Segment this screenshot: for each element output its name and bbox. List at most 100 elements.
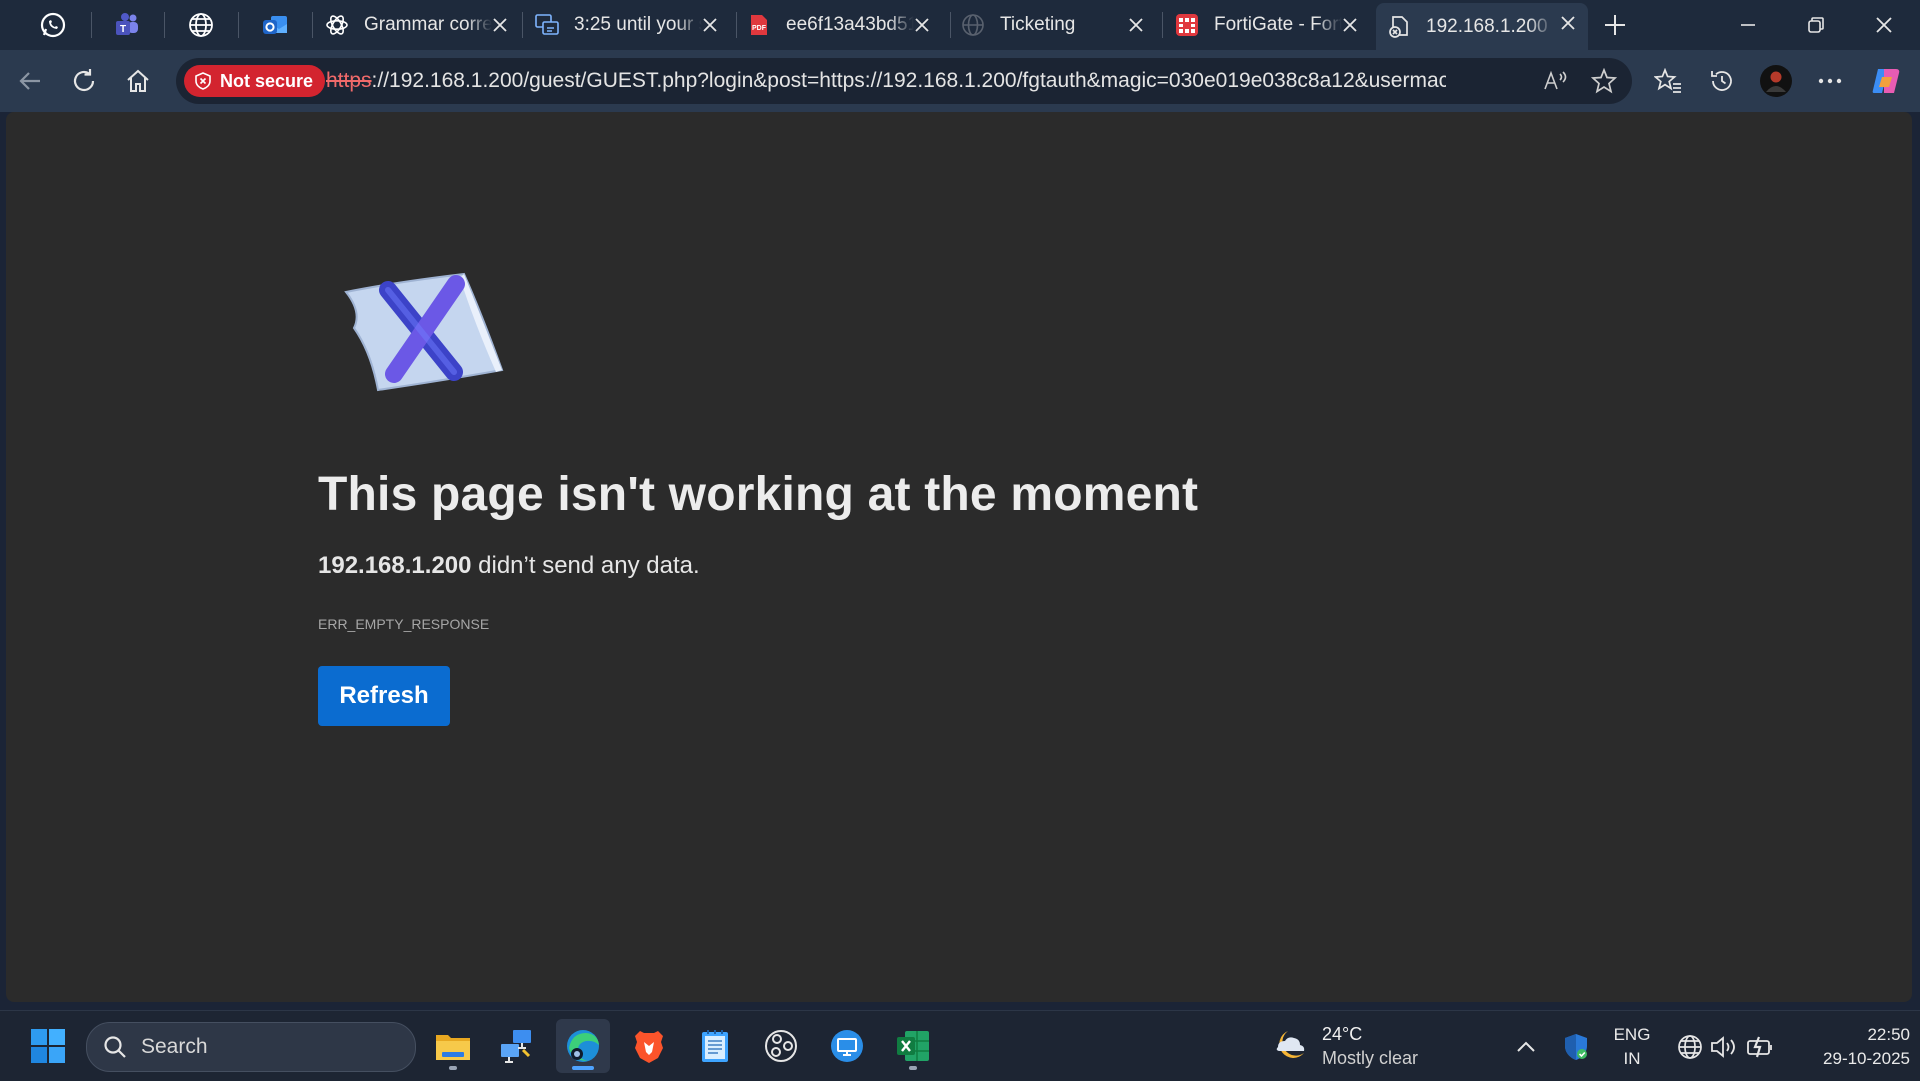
- close-tab-icon[interactable]: [700, 15, 720, 35]
- restore-icon: [1808, 17, 1824, 33]
- tray-volume[interactable]: [1708, 1031, 1740, 1063]
- not-secure-badge[interactable]: Not secure: [184, 65, 326, 97]
- taskbar-edge[interactable]: [556, 1019, 610, 1073]
- reload-button[interactable]: [64, 61, 104, 101]
- not-secure-label: Not secure: [220, 70, 314, 91]
- page-viewport: This page isn't working at the moment 19…: [6, 112, 1912, 1002]
- language-indicator[interactable]: ENG IN: [1604, 1023, 1660, 1071]
- show-hidden-icons-button[interactable]: [1510, 1031, 1542, 1063]
- notepad-icon: [702, 1030, 728, 1062]
- windows-logo-icon: [31, 1029, 65, 1063]
- obs-icon: [765, 1030, 797, 1062]
- search-placeholder: Search: [141, 1035, 208, 1058]
- pinned-tab-teams[interactable]: T: [96, 5, 158, 45]
- broken-page-icon: [1386, 14, 1412, 40]
- reload-icon: [73, 69, 95, 92]
- search-icon: [104, 1036, 126, 1058]
- close-tab-icon[interactable]: [1558, 13, 1578, 33]
- taskbar-brave[interactable]: [622, 1019, 676, 1073]
- fortinet-icon: [1174, 12, 1200, 38]
- svg-text:T: T: [120, 24, 126, 35]
- read-aloud-icon: [1544, 70, 1567, 90]
- tab-title: FortiGate - Fortinet: [1214, 14, 1342, 35]
- weather-temperature: 24°C: [1322, 1024, 1363, 1044]
- copilot-button[interactable]: [1866, 61, 1906, 101]
- taskbar-search[interactable]: Search: [86, 1022, 416, 1072]
- more-menu-button[interactable]: [1810, 61, 1850, 101]
- taskbar-excel[interactable]: [886, 1019, 940, 1073]
- error-illustration: [336, 262, 506, 402]
- new-tab-button[interactable]: [1582, 0, 1648, 50]
- url-scheme: https: [326, 69, 372, 92]
- error-description: 192.168.1.200 didn’t send any data.: [318, 552, 700, 580]
- tab-session[interactable]: 3:25 until your session: [524, 5, 730, 45]
- tab-title: ee6f13a43bd51.pdf: [786, 14, 914, 35]
- pinned-tab-web[interactable]: [170, 5, 232, 45]
- tab-ticketing[interactable]: Ticketing: [950, 5, 1156, 45]
- tab-active-192-168-1-200[interactable]: 192.168.1.200: [1376, 3, 1588, 50]
- svg-text:PDF: PDF: [752, 25, 767, 32]
- close-tab-icon[interactable]: [1340, 15, 1360, 35]
- close-tab-icon[interactable]: [490, 15, 510, 35]
- weather-widget[interactable]: 24°C Mostly clear: [1270, 1021, 1418, 1071]
- url-text[interactable]: https://192.168.1.200/guest/GUEST.php?lo…: [326, 58, 1446, 104]
- pinned-tab-whatsapp[interactable]: [22, 5, 84, 45]
- close-window-button[interactable]: [1850, 0, 1918, 50]
- tab-title: Grammar correction: [364, 14, 492, 35]
- tray-security[interactable]: [1560, 1031, 1592, 1063]
- taskbar-file-explorer[interactable]: [426, 1019, 480, 1073]
- tab-separator: [312, 12, 313, 38]
- taskbar-notepad[interactable]: [688, 1019, 742, 1073]
- start-button[interactable]: [21, 1019, 75, 1073]
- close-tab-icon[interactable]: [912, 15, 932, 35]
- minimize-button[interactable]: [1714, 0, 1782, 50]
- tab-separator: [91, 12, 92, 38]
- back-button[interactable]: [10, 61, 50, 101]
- tray-battery[interactable]: [1744, 1031, 1776, 1063]
- pinned-tab-outlook[interactable]: [244, 5, 306, 45]
- history-icon: [1711, 71, 1732, 91]
- more-icon: [1818, 78, 1842, 84]
- tab-fortigate[interactable]: FortiGate - Fortinet: [1164, 5, 1370, 45]
- page-title: This page isn't working at the moment: [318, 468, 1199, 521]
- network-computers-icon: [501, 1030, 531, 1063]
- error-message: didn’t send any data.: [471, 552, 700, 579]
- tab-pdf[interactable]: PDF ee6f13a43bd51.pdf: [736, 5, 942, 45]
- close-tab-icon[interactable]: [1126, 15, 1146, 35]
- favorites-button[interactable]: [1648, 61, 1688, 101]
- address-bar[interactable]: Not secure https://192.168.1.200/guest/G…: [176, 58, 1632, 104]
- star-icon: [1591, 68, 1617, 94]
- avatar: [1760, 65, 1792, 97]
- tab-separator: [1162, 12, 1163, 38]
- tab-title: Ticketing: [1000, 14, 1076, 35]
- minimize-icon: [1741, 24, 1755, 26]
- system-clock[interactable]: 22:50 29-10-2025: [1786, 1023, 1910, 1071]
- chevron-up-icon: [1517, 1041, 1535, 1052]
- taskbar: Search 24°C Mostly clear ENG IN 22:50 29…: [0, 1010, 1920, 1081]
- region-code: IN: [1623, 1049, 1641, 1068]
- running-indicator: [572, 1066, 594, 1070]
- teams-icon: T: [116, 13, 138, 35]
- tray-network[interactable]: [1674, 1031, 1706, 1063]
- weather-condition: Mostly clear: [1322, 1048, 1419, 1068]
- defender-shield-icon: [1565, 1034, 1587, 1060]
- plus-icon: [1605, 15, 1625, 35]
- taskbar-remote-desktop[interactable]: [820, 1019, 874, 1073]
- running-indicator: [449, 1066, 457, 1070]
- brave-lion-icon: [635, 1031, 663, 1063]
- refresh-button[interactable]: Refresh: [318, 666, 450, 726]
- taskbar-obs[interactable]: [754, 1019, 808, 1073]
- clock-time: 22:50: [1867, 1025, 1910, 1044]
- tab-grammar[interactable]: Grammar correction: [314, 5, 520, 45]
- home-icon: [127, 69, 149, 92]
- close-icon: [1876, 17, 1892, 33]
- profile-button[interactable]: [1756, 61, 1796, 101]
- taskbar-network-app[interactable]: [490, 1019, 544, 1073]
- remote-session-icon: [534, 12, 560, 38]
- history-button[interactable]: [1702, 61, 1742, 101]
- remote-desktop-icon: [831, 1030, 863, 1062]
- home-button[interactable]: [118, 61, 158, 101]
- read-aloud-button[interactable]: [1540, 65, 1572, 97]
- favorite-star-button[interactable]: [1588, 65, 1620, 97]
- restore-button[interactable]: [1782, 0, 1850, 50]
